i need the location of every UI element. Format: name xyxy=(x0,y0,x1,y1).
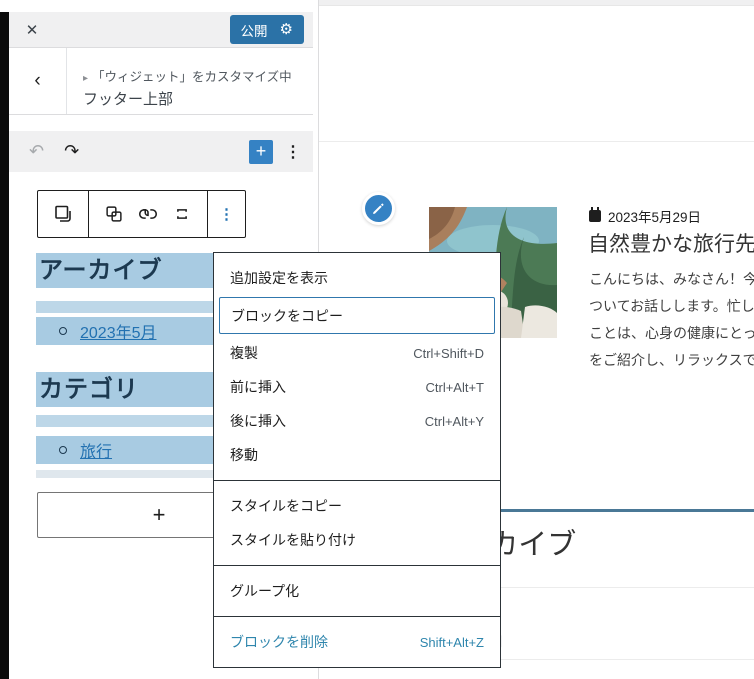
menu-item-label: グループ化 xyxy=(230,583,300,599)
preview-header-divider xyxy=(319,141,754,142)
editor-toolbar: ↶ ↷ + ⋮ xyxy=(9,131,313,172)
post-excerpt-line: ことは、心身の健康にとっ xyxy=(589,325,754,341)
stacked-squares-block-icon xyxy=(55,205,71,222)
category-link[interactable]: 旅行 xyxy=(80,438,112,462)
collapsed-edge-strip xyxy=(0,12,9,679)
appender-plus-icon: + xyxy=(152,502,166,527)
menu-shortcut: Ctrl+Alt+T xyxy=(425,379,484,395)
block-toolbar-controls xyxy=(89,191,208,237)
post-excerpt-line: ついてお話しします。忙し xyxy=(589,298,754,314)
toolbar-options-icon[interactable]: ⋮ xyxy=(273,142,313,162)
mover-vertical-icon[interactable] xyxy=(171,203,193,225)
post-excerpt-line: をご紹介し、リラックスで xyxy=(589,352,754,368)
menu-item-label: ブロックをコピー xyxy=(231,307,343,324)
menu-item-group[interactable]: グループ化 xyxy=(214,574,500,608)
menu-item-copy-styles[interactable]: スタイルをコピー xyxy=(214,489,500,523)
menu-item-label: 複製 xyxy=(230,345,258,361)
breadcrumb: ▸ 「ウィジェット」をカスタマイズ中 xyxy=(83,66,292,85)
pencil-icon xyxy=(373,203,384,214)
customizer-topbar: ✕ 公開 ⚙ xyxy=(9,12,313,48)
preview-top-strip xyxy=(319,0,754,6)
block-switcher-button[interactable] xyxy=(38,191,89,237)
block-toolbar: ⋮ xyxy=(37,190,246,238)
page-title: フッター上部 xyxy=(83,91,174,108)
menu-item-label: 後に挿入 xyxy=(230,413,286,429)
section-header: ‹ ▸ 「ウィジェット」をカスタマイズ中 フッター上部 xyxy=(9,48,313,115)
back-button[interactable]: ‹ xyxy=(9,48,67,114)
customizer-screen: ✕ 公開 ⚙ ‹ ▸ 「ウィジェット」をカスタマイズ中 フッター上部 ↶ ↷ + … xyxy=(0,0,754,679)
add-block-button[interactable]: + xyxy=(249,139,273,164)
menu-shortcut: Shift+Alt+Z xyxy=(419,634,484,650)
breadcrumb-text: 「ウィジェット」をカスタマイズ中 xyxy=(92,70,292,84)
menu-group-styles: スタイルをコピー スタイルを貼り付け xyxy=(214,480,500,565)
post-excerpt-line: こんにちは、みなさん！今 xyxy=(589,271,754,287)
edit-shortcut-button[interactable] xyxy=(362,192,395,225)
publish-button-group[interactable]: 公開 ⚙ xyxy=(229,15,304,44)
publish-settings-gear-icon[interactable]: ⚙ xyxy=(280,22,293,37)
menu-item-label: 移動 xyxy=(230,447,258,463)
menu-group-group: グループ化 xyxy=(214,565,500,616)
menu-item-label: スタイルを貼り付け xyxy=(230,532,356,548)
undo-icon[interactable]: ↶ xyxy=(29,141,44,162)
menu-group-remove: ブロックを削除 Shift+Alt+Z xyxy=(214,616,500,667)
menu-shortcut: Ctrl+Alt+Y xyxy=(424,413,484,429)
redo-icon[interactable]: ↷ xyxy=(64,141,79,162)
breadcrumb-arrow-icon: ▸ xyxy=(83,73,89,84)
menu-item-insert-before[interactable]: 前に挿入 Ctrl+Alt+T xyxy=(214,370,500,404)
block-options-kebab-icon: ⋮ xyxy=(219,206,234,223)
close-icon[interactable]: ✕ xyxy=(9,21,55,39)
block-options-button[interactable]: ⋮ xyxy=(208,191,245,237)
list-bullet-icon xyxy=(59,446,67,454)
menu-group-main: 追加設定を表示 ブロックをコピー 複製 Ctrl+Shift+D 前に挿入 Ct… xyxy=(214,253,500,480)
menu-item-remove-block[interactable]: ブロックを削除 Shift+Alt+Z xyxy=(214,625,500,659)
post-title: 自然豊かな旅行先で xyxy=(588,233,754,256)
publish-button[interactable]: 公開 xyxy=(241,20,268,40)
overlapping-squares-icon[interactable] xyxy=(103,203,125,225)
menu-item-copy-block[interactable]: ブロックをコピー xyxy=(219,297,495,334)
archive-month-link[interactable]: 2023年5月 xyxy=(80,319,157,343)
menu-item-label: スタイルをコピー xyxy=(230,498,342,514)
menu-item-insert-after[interactable]: 後に挿入 Ctrl+Alt+Y xyxy=(214,404,500,438)
block-options-menu: 追加設定を表示 ブロックをコピー 複製 Ctrl+Shift+D 前に挿入 Ct… xyxy=(213,252,501,668)
menu-item-duplicate[interactable]: 複製 Ctrl+Shift+D xyxy=(214,336,500,370)
post-meta: 2023年5月29日 xyxy=(589,206,701,226)
menu-item-label: 前に挿入 xyxy=(230,379,286,395)
menu-item-paste-styles[interactable]: スタイルを貼り付け xyxy=(214,523,500,557)
menu-shortcut: Ctrl+Shift+D xyxy=(413,345,484,361)
menu-item-label: ブロックを削除 xyxy=(230,634,328,650)
menu-item-label: 追加設定を表示 xyxy=(230,270,328,286)
mover-horizontal-icon[interactable] xyxy=(137,203,159,225)
calendar-icon xyxy=(589,207,601,222)
post-date: 2023年5月29日 xyxy=(608,210,702,225)
post-excerpt: こんにちは、みなさん！今 ついてお話しします。忙し ことは、心身の健康にとっ を… xyxy=(589,266,754,374)
list-bullet-icon xyxy=(59,327,67,335)
menu-item-show-more-settings[interactable]: 追加設定を表示 xyxy=(214,261,500,295)
menu-item-move[interactable]: 移動 xyxy=(214,438,500,472)
back-chevron-icon: ‹ xyxy=(34,70,41,91)
